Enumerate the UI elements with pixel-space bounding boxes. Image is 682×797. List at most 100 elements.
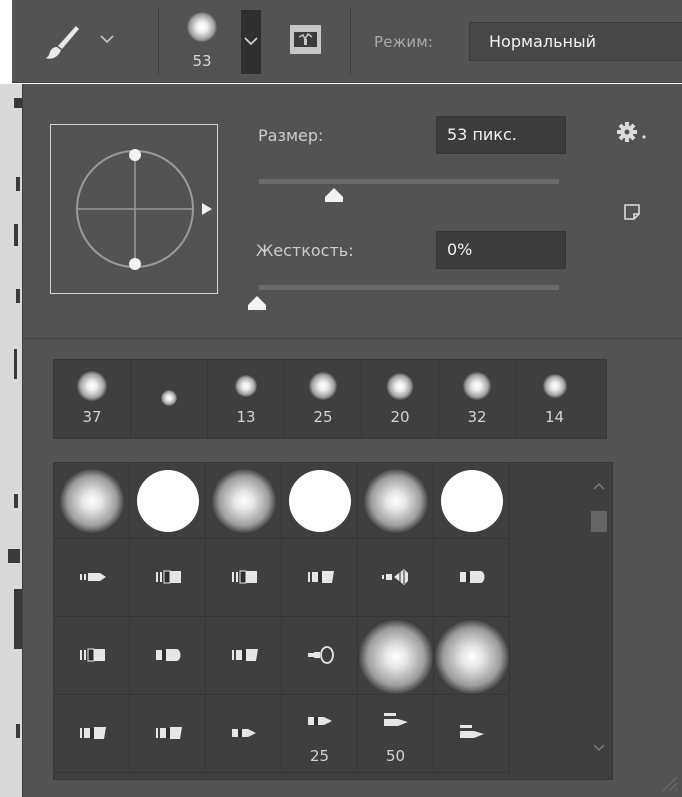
brush-preset-tip-angled[interactable]: [54, 697, 130, 773]
brush-preset-tip-flat[interactable]: [54, 619, 130, 695]
mode-value: Нормальный: [489, 32, 596, 51]
tip-flat-icon: [228, 568, 260, 590]
brush-preset-tip-fan[interactable]: [358, 541, 434, 617]
brush-preset-tip-flat[interactable]: [130, 541, 206, 617]
recent-brush-size: 14: [544, 408, 565, 426]
brush-preset-tip-blunt[interactable]: [130, 619, 206, 695]
brush-preset-tip-sponge[interactable]: [282, 619, 358, 695]
brush-preset-tip-pencil[interactable]: [206, 697, 282, 773]
tip-marker-icon: [380, 712, 412, 734]
brush-preset-soft-round-large[interactable]: [358, 619, 434, 695]
recent-brush-size: 25: [313, 408, 333, 426]
recent-brush-5[interactable]: 32: [439, 360, 516, 438]
tip-marker-icon: [456, 724, 488, 746]
chevron-up-icon[interactable]: [592, 481, 606, 491]
tool-preset-dropdown[interactable]: [98, 30, 116, 48]
tip-pencil-icon: [228, 724, 260, 746]
brush-preset-tip-angled[interactable]: [282, 541, 358, 617]
preset-scrollbar[interactable]: [584, 463, 612, 779]
brush-preset-tip-marker[interactable]: [434, 697, 510, 773]
brush-preset-tip-angled[interactable]: [130, 697, 206, 773]
brush-tip-preview: [309, 372, 337, 400]
tip-fan-icon: [380, 568, 412, 590]
hardness-field[interactable]: 0%: [436, 231, 566, 269]
new-preset-icon[interactable]: [622, 202, 642, 222]
brush-preset-tip-blunt[interactable]: [434, 541, 510, 617]
tip-round-icon: [76, 568, 108, 590]
hardness-value: 0%: [447, 240, 473, 259]
brush-preset-hard-round[interactable]: [130, 463, 206, 539]
brush-preset-hard-round[interactable]: [434, 463, 510, 539]
brush-preset-size: 50: [385, 747, 406, 765]
mode-label: Режим:: [374, 33, 434, 51]
hardness-slider-thumb[interactable]: [248, 296, 266, 310]
size-value: 53 пикс.: [447, 125, 517, 144]
mode-select[interactable]: Нормальный: [469, 22, 682, 61]
tip-pencil-icon: [304, 712, 336, 734]
size-label: Размер:: [258, 126, 324, 145]
tip-angled-icon: [228, 646, 260, 668]
size-field[interactable]: 53 пикс.: [436, 116, 566, 154]
soft-round-icon: [363, 468, 428, 533]
soft-round-large-icon: [358, 619, 433, 694]
tip-blunt-icon: [456, 568, 488, 590]
brush-tip-preview: [463, 372, 491, 400]
recent-brushes: 37 13 25 20 32 14: [53, 359, 607, 439]
brush-preset-tip-angled[interactable]: [206, 619, 282, 695]
brush-tip-preview: [77, 371, 107, 401]
scrollbar-thumb[interactable]: [591, 511, 607, 532]
size-slider[interactable]: [259, 179, 559, 184]
soft-round-icon: [59, 468, 124, 533]
brush-icon[interactable]: [42, 22, 82, 62]
brush-preset-tip-marker[interactable]: 50: [358, 697, 434, 773]
brush-preset-soft-round[interactable]: [358, 463, 434, 539]
section-divider: [23, 338, 682, 339]
brush-preset-picker: Размер: 53 пикс. Жесткость: 0% 37 13 25 …: [22, 84, 682, 797]
recent-brush-3[interactable]: 25: [285, 360, 362, 438]
brush-preset-tip-pencil[interactable]: 25: [282, 697, 358, 773]
recent-brush-0[interactable]: 37: [54, 360, 131, 438]
brush-size-readout: 53: [192, 52, 212, 70]
divider: [350, 8, 351, 74]
recent-brush-size: 37: [82, 408, 102, 426]
tip-angled-icon: [304, 568, 336, 590]
tip-blunt-icon: [152, 646, 184, 668]
recent-brush-4[interactable]: 20: [362, 360, 439, 438]
brush-preset-grid: 25 50: [53, 462, 613, 780]
brush-preset-tip-flat[interactable]: [206, 541, 282, 617]
options-bar: 53 Режим: Нормальный: [12, 0, 682, 83]
brush-angle-roundness-widget[interactable]: [50, 124, 218, 294]
brush-tip-preview: [542, 374, 567, 398]
recent-brush-6[interactable]: 14: [516, 360, 593, 438]
brush-preset-soft-round-large[interactable]: [434, 619, 510, 695]
toolbar-edge: [0, 84, 22, 797]
brush-tip-preview: [386, 372, 414, 400]
gear-icon[interactable]: [615, 120, 649, 146]
soft-round-large-icon: [434, 619, 509, 694]
brush-tip-preview: [161, 390, 177, 406]
resize-grip-icon[interactable]: [655, 769, 679, 793]
brush-preset-tip-round[interactable]: [54, 541, 130, 617]
chevron-down-icon[interactable]: [592, 743, 606, 753]
tip-angled-icon: [152, 724, 184, 746]
hardness-label: Жесткость:: [256, 241, 354, 260]
soft-round-icon: [211, 468, 276, 533]
chevron-down-icon[interactable]: [242, 32, 260, 50]
tip-angled-icon: [76, 724, 108, 746]
brush-preset-size: 25: [309, 747, 330, 765]
brush-preset-hard-round[interactable]: [282, 463, 358, 539]
recent-brush-size: 20: [390, 408, 410, 426]
brush-preset-soft-round[interactable]: [206, 463, 282, 539]
hardness-slider[interactable]: [259, 285, 559, 290]
recent-brush-2[interactable]: 13: [208, 360, 285, 438]
brush-settings-panel-button[interactable]: [290, 25, 321, 54]
hard-round-icon: [440, 469, 503, 532]
brush-preset-soft-round[interactable]: [54, 463, 130, 539]
hard-round-icon: [136, 469, 199, 532]
brush-tip-preview: [235, 375, 257, 397]
tip-flat-icon: [152, 568, 184, 590]
brush-preview[interactable]: [187, 12, 217, 42]
tip-sponge-icon: [304, 645, 336, 668]
recent-brush-1[interactable]: [131, 360, 208, 438]
size-slider-thumb[interactable]: [325, 188, 343, 202]
